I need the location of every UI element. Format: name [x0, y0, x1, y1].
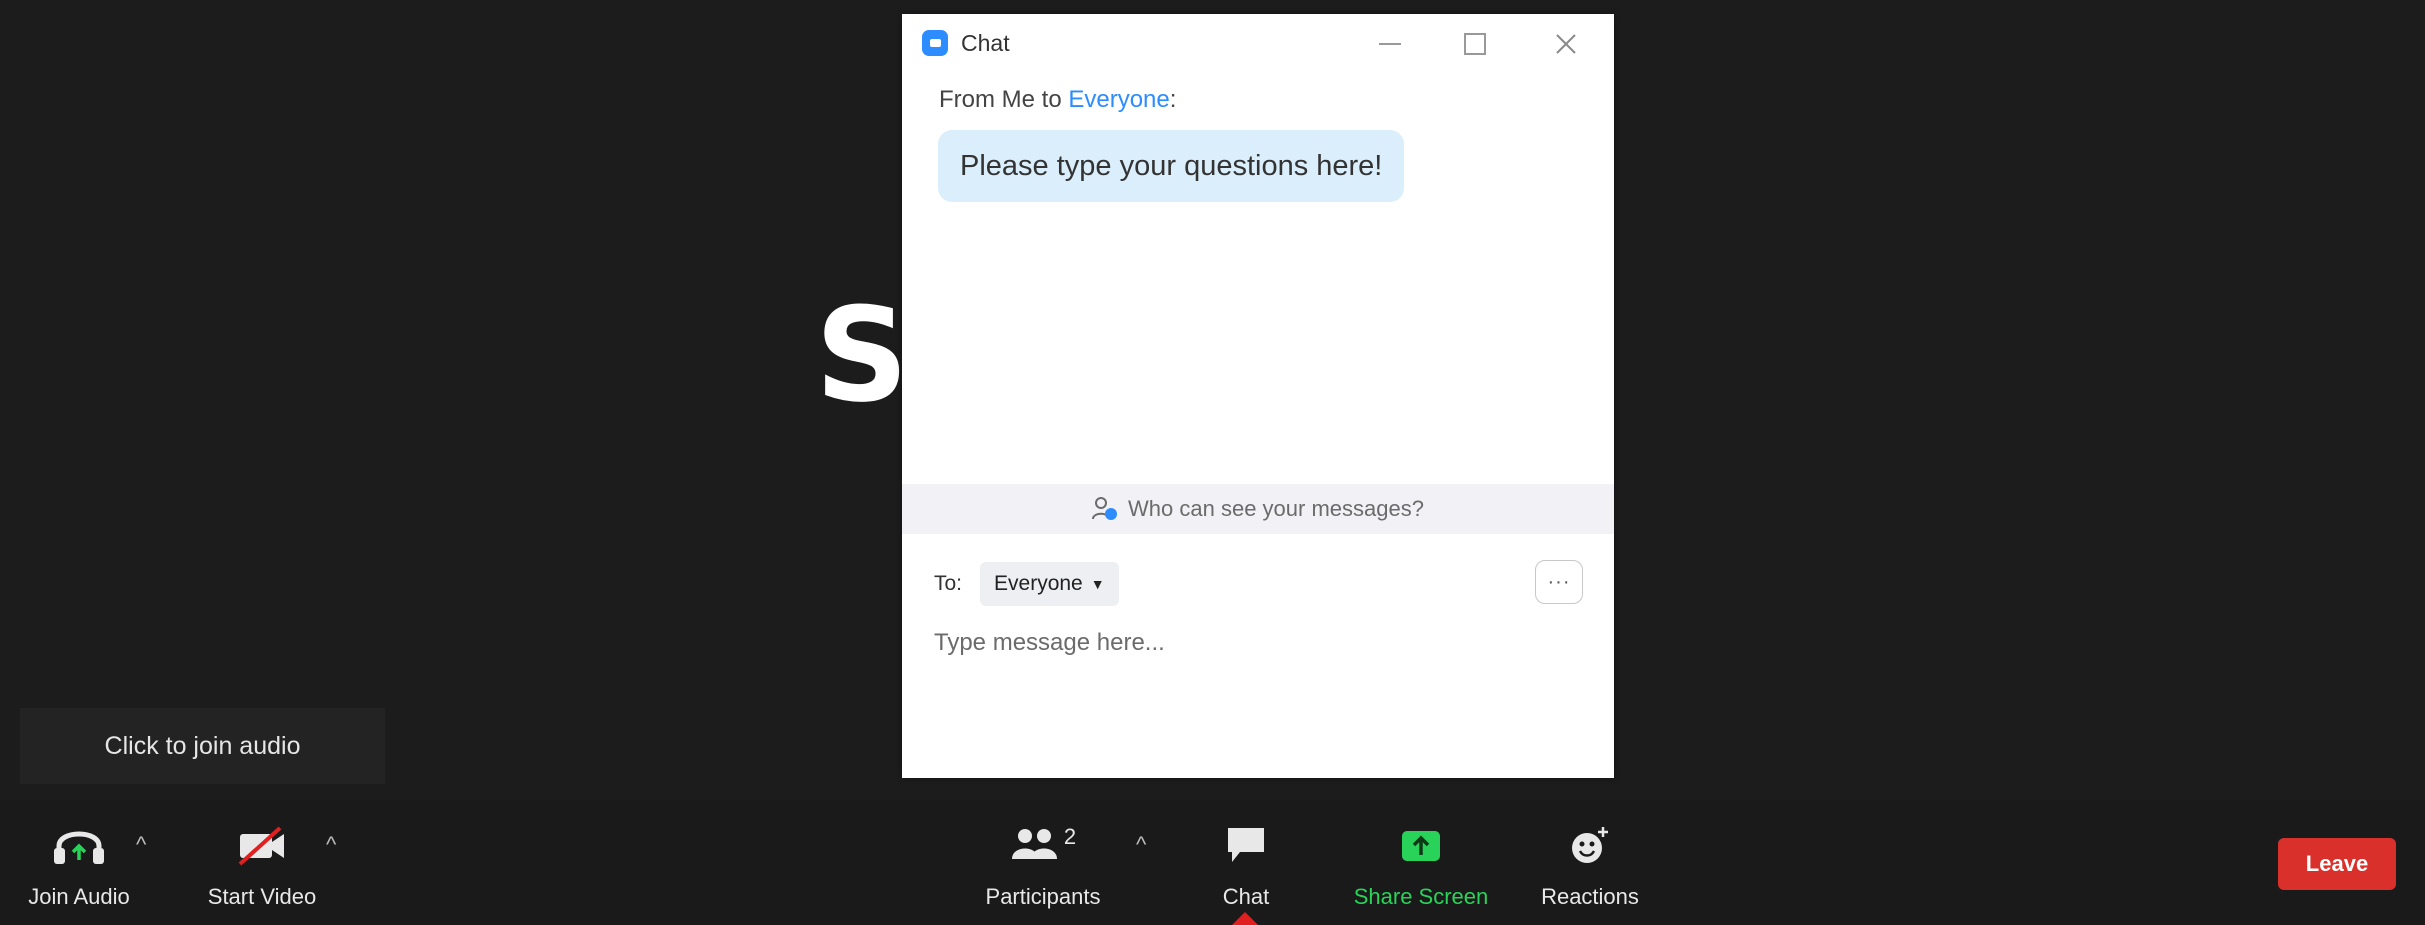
- chat-message-input[interactable]: [932, 620, 1576, 666]
- message-sender: From Me to: [939, 86, 1069, 113]
- participants-options-caret[interactable]: ^: [1136, 832, 1146, 858]
- close-button[interactable]: [1536, 24, 1596, 64]
- participants-button[interactable]: 2 Participants: [978, 820, 1108, 910]
- video-off-icon: [234, 820, 290, 870]
- share-screen-icon: [1398, 820, 1444, 870]
- chat-titlebar[interactable]: Chat: [902, 14, 1614, 72]
- join-audio-label: Join Audio: [28, 884, 130, 909]
- join-audio-button[interactable]: Join Audio: [24, 820, 134, 910]
- start-video-label: Start Video: [207, 884, 317, 909]
- message-header: From Me to Everyone:: [939, 86, 1176, 114]
- share-screen-button[interactable]: Share Screen: [1346, 820, 1496, 910]
- annotation-pointer-arrow: [1231, 912, 1259, 925]
- visibility-prompt-text: Who can see your messages?: [1128, 496, 1424, 521]
- recipient-dropdown[interactable]: Everyone ▼: [980, 562, 1119, 606]
- minimize-button[interactable]: [1360, 24, 1420, 64]
- join-audio-tooltip[interactable]: Click to join audio: [20, 708, 385, 784]
- message-recipient-link[interactable]: Everyone: [1068, 86, 1169, 113]
- close-icon: [1556, 34, 1576, 54]
- participants-icon: [1011, 829, 1057, 859]
- start-video-button[interactable]: Start Video: [198, 820, 326, 910]
- minimize-icon: [1379, 43, 1401, 45]
- reactions-label: Reactions: [1541, 884, 1639, 909]
- reactions-button[interactable]: Reactions: [1534, 820, 1646, 910]
- message-visibility-info[interactable]: Who can see your messages?: [902, 484, 1614, 534]
- leave-meeting-button[interactable]: Leave: [2278, 838, 2396, 890]
- video-options-caret[interactable]: ^: [326, 832, 336, 858]
- share-screen-label: Share Screen: [1353, 884, 1489, 909]
- chat-bubble-icon: [1224, 820, 1268, 870]
- reactions-smiley-icon: [1567, 820, 1613, 870]
- participants-count: 2: [1063, 824, 1077, 849]
- chat-label: Chat: [1222, 884, 1270, 909]
- audio-options-caret[interactable]: ^: [136, 832, 146, 858]
- message-header-suffix: :: [1169, 86, 1177, 113]
- recipient-row: To: Everyone ▼: [934, 559, 1119, 609]
- recipient-dropdown-value: Everyone: [994, 572, 1083, 595]
- chevron-down-icon: ▼: [1090, 576, 1105, 592]
- chat-window-title: Chat: [961, 30, 1010, 56]
- chat-window: Chat From Me to Everyone: Please type yo…: [902, 14, 1614, 778]
- person-visibility-icon: [1092, 497, 1118, 520]
- speaker-name-text: S: [815, 279, 909, 431]
- maximize-button[interactable]: [1445, 24, 1505, 64]
- zoom-app-icon: [922, 30, 948, 56]
- maximize-icon: [1464, 33, 1486, 55]
- more-options-button[interactable]: ···: [1535, 560, 1583, 604]
- participants-label: Participants: [985, 884, 1101, 909]
- chat-message-bubble: Please type your questions here!: [938, 130, 1405, 202]
- headphones-icon: [51, 820, 107, 870]
- chat-button[interactable]: Chat: [1200, 820, 1292, 910]
- to-label: To:: [934, 572, 963, 595]
- meeting-window: S Click to join audio Chat From Me to Ev…: [0, 0, 2425, 925]
